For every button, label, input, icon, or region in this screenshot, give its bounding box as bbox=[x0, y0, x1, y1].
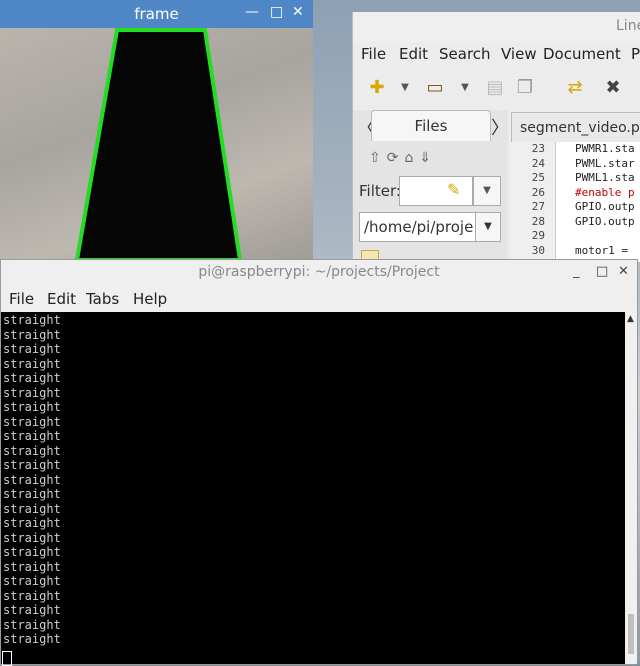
terminal-output-line: straight bbox=[3, 327, 61, 342]
reload-icon[interactable]: ⇄ bbox=[563, 76, 587, 100]
terminal-output-line: straight bbox=[3, 356, 61, 371]
terminal-output-line: straight bbox=[3, 588, 61, 603]
menu-file[interactable]: File bbox=[361, 45, 386, 63]
menu-file[interactable]: File bbox=[9, 290, 34, 308]
sidebar-panel: 〈 Files 〉 ⇧⟳⌂⇓ Filter: ✎ ▼ /home/pi/proj… bbox=[353, 110, 509, 264]
terminal-output-line: straight bbox=[3, 342, 61, 356]
terminal-output-line: straight bbox=[3, 603, 61, 617]
terminal-scrollbar[interactable]: ▲ bbox=[625, 312, 637, 664]
close-icon[interactable]: ✕ bbox=[618, 264, 629, 279]
terminal-window: pi@raspberrypi: ~/projects/Project _ □ ✕… bbox=[0, 259, 638, 666]
path-dropdown-icon[interactable]: ▼ bbox=[475, 212, 501, 242]
geany-titlebar[interactable]: Line bbox=[353, 12, 640, 42]
chevron-down-icon[interactable]: ▼ bbox=[393, 76, 417, 100]
geany-title: Line bbox=[616, 18, 640, 34]
terminal-output-line: straight bbox=[3, 443, 61, 458]
minimize-icon[interactable]: _ bbox=[573, 264, 580, 279]
terminal-output-line: straight bbox=[3, 501, 61, 516]
file-nav-icons[interactable]: ⇧⟳⌂⇓ bbox=[369, 150, 437, 166]
maximize-icon[interactable]: □ bbox=[596, 264, 608, 279]
menu-edit[interactable]: Edit bbox=[47, 290, 76, 308]
menu-tabs[interactable]: Tabs bbox=[86, 290, 119, 308]
close-file-icon[interactable]: ✖ bbox=[601, 76, 625, 100]
terminal-output-line: straight bbox=[3, 632, 61, 646]
geany-menubar: File Edit Search View Document P bbox=[353, 42, 640, 68]
menu-document[interactable]: Document bbox=[543, 45, 621, 63]
frame-window: frame — □ ✕ bbox=[0, 0, 313, 262]
filter-input[interactable] bbox=[399, 176, 473, 206]
terminal-output-line: straight bbox=[3, 530, 61, 545]
terminal-output-line: straight bbox=[3, 371, 61, 385]
terminal-output-line: straight bbox=[3, 574, 61, 588]
terminal-output-line: straight bbox=[3, 545, 61, 559]
geany-toolbar: ✚ ▼ ▭ ▼ ▤ ❐ ⇄ ✖ bbox=[353, 72, 640, 106]
save-all-icon[interactable]: ❐ bbox=[513, 76, 537, 100]
menu-p[interactable]: P bbox=[631, 45, 640, 63]
path-input[interactable]: /home/pi/proje bbox=[359, 212, 477, 242]
scroll-up-icon[interactable]: ▲ bbox=[627, 314, 634, 324]
terminal-output-line: straight bbox=[3, 516, 61, 530]
chevron-right-icon[interactable]: 〉 bbox=[491, 114, 509, 140]
maximize-icon[interactable]: □ bbox=[270, 4, 283, 20]
terminal-output-line: straight bbox=[3, 617, 61, 632]
terminal-output-line: straight bbox=[3, 414, 61, 429]
terminal-output-line: straight bbox=[3, 559, 61, 574]
close-icon[interactable]: ✕ bbox=[292, 4, 304, 20]
terminal-output-line: straight bbox=[3, 487, 61, 501]
clear-filter-icon[interactable]: ✎ bbox=[447, 180, 460, 199]
menu-search[interactable]: Search bbox=[439, 45, 491, 63]
frame-title: frame bbox=[134, 5, 179, 23]
terminal-output-line: straight bbox=[3, 472, 61, 487]
chevron-down-icon[interactable]: ▼ bbox=[453, 76, 477, 100]
open-folder-icon[interactable]: ▭ bbox=[423, 76, 447, 100]
filter-label: Filter: bbox=[359, 182, 401, 200]
terminal-title: pi@raspberrypi: ~/projects/Project bbox=[198, 264, 440, 280]
terminal-titlebar[interactable]: pi@raspberrypi: ~/projects/Project _ □ ✕ bbox=[1, 260, 637, 287]
minimize-icon[interactable]: — bbox=[245, 4, 259, 20]
terminal-cursor bbox=[2, 651, 12, 666]
geany-window: Line File Edit Search View Document P ✚ … bbox=[352, 12, 640, 264]
filter-dropdown-icon[interactable]: ▼ bbox=[473, 176, 501, 206]
terminal-output-line: straight bbox=[3, 429, 61, 443]
menu-help[interactable]: Help bbox=[133, 290, 167, 308]
tab-segment-video[interactable]: segment_video.py bbox=[511, 112, 640, 143]
terminal-output-line: straight bbox=[3, 313, 61, 327]
frame-titlebar[interactable]: frame — □ ✕ bbox=[0, 0, 313, 28]
segment-outline bbox=[74, 28, 243, 262]
tab-files[interactable]: Files bbox=[371, 110, 491, 141]
code-editor[interactable]: 23 PWMR1.sta 24 PWML.star 25 PWML1.sta 26 #e… bbox=[511, 142, 640, 262]
terminal-menubar: File Edit Tabs Help bbox=[1, 287, 637, 312]
save-icon[interactable]: ▤ bbox=[483, 76, 507, 100]
terminal-output[interactable]: straight straight straight straight straight… bbox=[1, 312, 625, 666]
terminal-output-line: straight bbox=[3, 385, 61, 400]
new-file-icon[interactable]: ✚ bbox=[365, 76, 389, 100]
menu-edit[interactable]: Edit bbox=[399, 45, 428, 63]
terminal-output-line: straight bbox=[3, 458, 61, 472]
camera-frame-image bbox=[0, 28, 313, 262]
scrollbar-thumb[interactable] bbox=[628, 614, 634, 654]
terminal-output-line: straight bbox=[3, 400, 61, 414]
menu-view[interactable]: View bbox=[501, 45, 537, 63]
